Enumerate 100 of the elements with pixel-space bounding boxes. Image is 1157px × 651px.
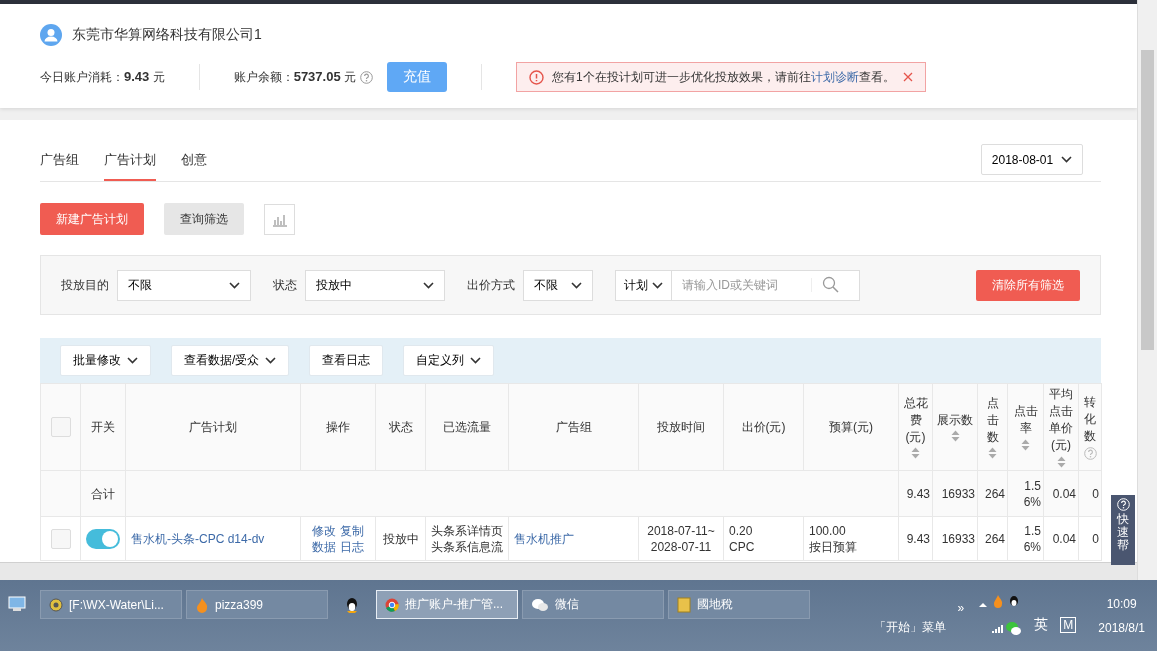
taskbar-button[interactable]: pizza399 — [186, 590, 328, 619]
help-panel[interactable]: 快速帮 — [1111, 495, 1135, 565]
table-cell: 16933 — [941, 531, 975, 546]
search-icon[interactable] — [822, 276, 840, 294]
table-cell: 9.43 — [906, 486, 930, 501]
filter-select[interactable]: 投放中 — [305, 269, 445, 301]
clock-date: 2018/8/1 — [1098, 620, 1145, 635]
filter-select[interactable]: 不限 — [117, 269, 251, 301]
info-icon — [529, 69, 544, 85]
table-cell: 投放中 — [382, 531, 419, 546]
column-header: 状态 — [388, 418, 413, 436]
chevron-down-icon — [571, 281, 582, 289]
toolbar-button[interactable]: 查看数据/受众 — [171, 345, 290, 376]
table-cell: 9.43 — [906, 531, 930, 546]
column-header: 投放时间 — [657, 418, 705, 436]
chevron-down-icon — [423, 281, 434, 289]
chart-button[interactable] — [264, 203, 295, 235]
toolbar-button[interactable]: 查看日志 — [309, 345, 384, 376]
alert-text-tail: 查看。 — [858, 68, 895, 86]
table-cell-text: 2018-07-11~ — [646, 522, 716, 539]
sort-icon[interactable] — [1021, 438, 1030, 451]
date-select[interactable]: 2018-08-01 — [981, 144, 1083, 175]
horizontal-scrollbar[interactable] — [0, 562, 1137, 580]
user-avatar-icon — [40, 24, 62, 46]
table-cell: 1.56% — [1023, 478, 1041, 509]
column-header: 出价(元) — [741, 418, 786, 436]
sort-icon[interactable] — [988, 447, 997, 460]
start-menu-label[interactable]: 「开始」菜单 — [873, 619, 946, 636]
desktop-icon[interactable] — [8, 596, 26, 612]
today-spend: 今日账户消耗：9.43 元 — [40, 68, 165, 86]
chevron-down-icon — [470, 357, 482, 364]
expand-toolbar[interactable]: » — [957, 600, 965, 615]
table-cell: 0.04 — [1052, 531, 1076, 546]
action-link[interactable]: 数据 — [312, 538, 336, 555]
tab[interactable]: 广告组 — [40, 151, 79, 181]
search-field[interactable]: 计划 请输入ID或关键词 — [615, 269, 860, 301]
filter-label: 投放目的 — [61, 276, 109, 294]
query-filter-button[interactable]: 查询筛选 — [164, 203, 244, 235]
column-header: 点击数 — [985, 394, 1000, 446]
total-label: 合计 — [91, 486, 115, 501]
table-cell: 1.56% — [1023, 523, 1041, 554]
filter-label: 出价方式 — [467, 276, 515, 294]
alert-text: 您有1个在投计划可进一步优化投放效果，请前往 — [552, 68, 811, 86]
help-panel-label: 快速帮 — [1117, 513, 1129, 553]
toggle-switch[interactable] — [86, 528, 120, 549]
table-cell-text: 按日预算 — [809, 538, 858, 555]
table-cell-text: CPC — [729, 538, 756, 555]
table-cell: 头条系详情页 — [431, 522, 503, 539]
filter-select[interactable]: 不限 — [523, 269, 593, 301]
tab[interactable]: 创意 — [181, 151, 207, 181]
clear-filters-button[interactable]: 清除所有筛选 — [976, 269, 1080, 301]
row-checkbox[interactable] — [50, 528, 71, 549]
taskbar-button[interactable]: 國地稅 — [668, 590, 810, 619]
chevron-down-icon — [652, 281, 663, 289]
chat-icon — [531, 597, 549, 612]
table-cell: 0.04 — [1052, 486, 1076, 501]
action-link[interactable]: 修改 — [312, 522, 336, 539]
flame-icon — [195, 596, 209, 613]
clock-time: 10:09 — [1106, 596, 1137, 611]
ime-language[interactable]: 英 — [1034, 615, 1049, 634]
column-header: 转化数 — [1083, 394, 1097, 446]
table-cell: 16933 — [941, 486, 975, 501]
column-header: 总花费(元) — [902, 394, 929, 446]
column-header: 展示数 — [937, 411, 973, 429]
group-link[interactable]: 售水机推广 — [514, 531, 574, 546]
toolbar-button[interactable]: 自定义列 — [403, 345, 495, 376]
create-plan-button[interactable]: 新建广告计划 — [40, 203, 144, 235]
chevron-down-icon — [265, 357, 277, 364]
column-header: 操作 — [326, 418, 350, 436]
column-header: 广告计划 — [189, 418, 237, 436]
table-cell-text: 2028-07-11 — [649, 538, 713, 555]
sort-icon[interactable] — [1056, 455, 1066, 468]
table-cell: 0 — [1092, 531, 1099, 546]
table-cell: 头条系信息流 — [431, 538, 503, 555]
toolbar-button[interactable]: 批量修改 — [60, 345, 151, 376]
vertical-scrollbar[interactable] — [1137, 0, 1157, 580]
taskbar-button[interactable]: [F:\WX-Water\Li... — [40, 590, 182, 619]
close-icon[interactable] — [903, 72, 913, 82]
table-cell: 264 — [984, 486, 1005, 501]
taskbar-button[interactable]: 微信 — [522, 590, 664, 619]
account-balance: 账户余额：5737.05 元 — [233, 68, 356, 86]
column-header: 平均点击单价(元) — [1048, 386, 1074, 454]
diagnose-link[interactable]: 计划诊断 — [810, 68, 859, 86]
table-cell-text: 0.20 — [729, 522, 754, 539]
table-cell: 0 — [1092, 486, 1099, 501]
folder-icon — [677, 596, 691, 613]
select-all-checkbox[interactable] — [50, 417, 71, 437]
filter-label: 状态 — [273, 276, 297, 294]
action-link[interactable]: 复制 — [340, 522, 364, 539]
column-header: 预算(元) — [829, 418, 873, 436]
tab[interactable]: 广告计划 — [104, 151, 156, 181]
ime-mode[interactable]: M — [1060, 616, 1077, 633]
action-link[interactable]: 日志 — [340, 538, 364, 555]
column-header: 开关 — [91, 418, 115, 436]
sort-icon[interactable] — [911, 447, 920, 460]
chevron-down-icon — [127, 357, 138, 364]
chevron-down-icon — [229, 281, 240, 289]
company-name: 东莞市华算网络科技有限公司1 — [72, 26, 262, 44]
chevron-down-icon — [1061, 156, 1073, 163]
sort-icon[interactable] — [950, 430, 960, 443]
